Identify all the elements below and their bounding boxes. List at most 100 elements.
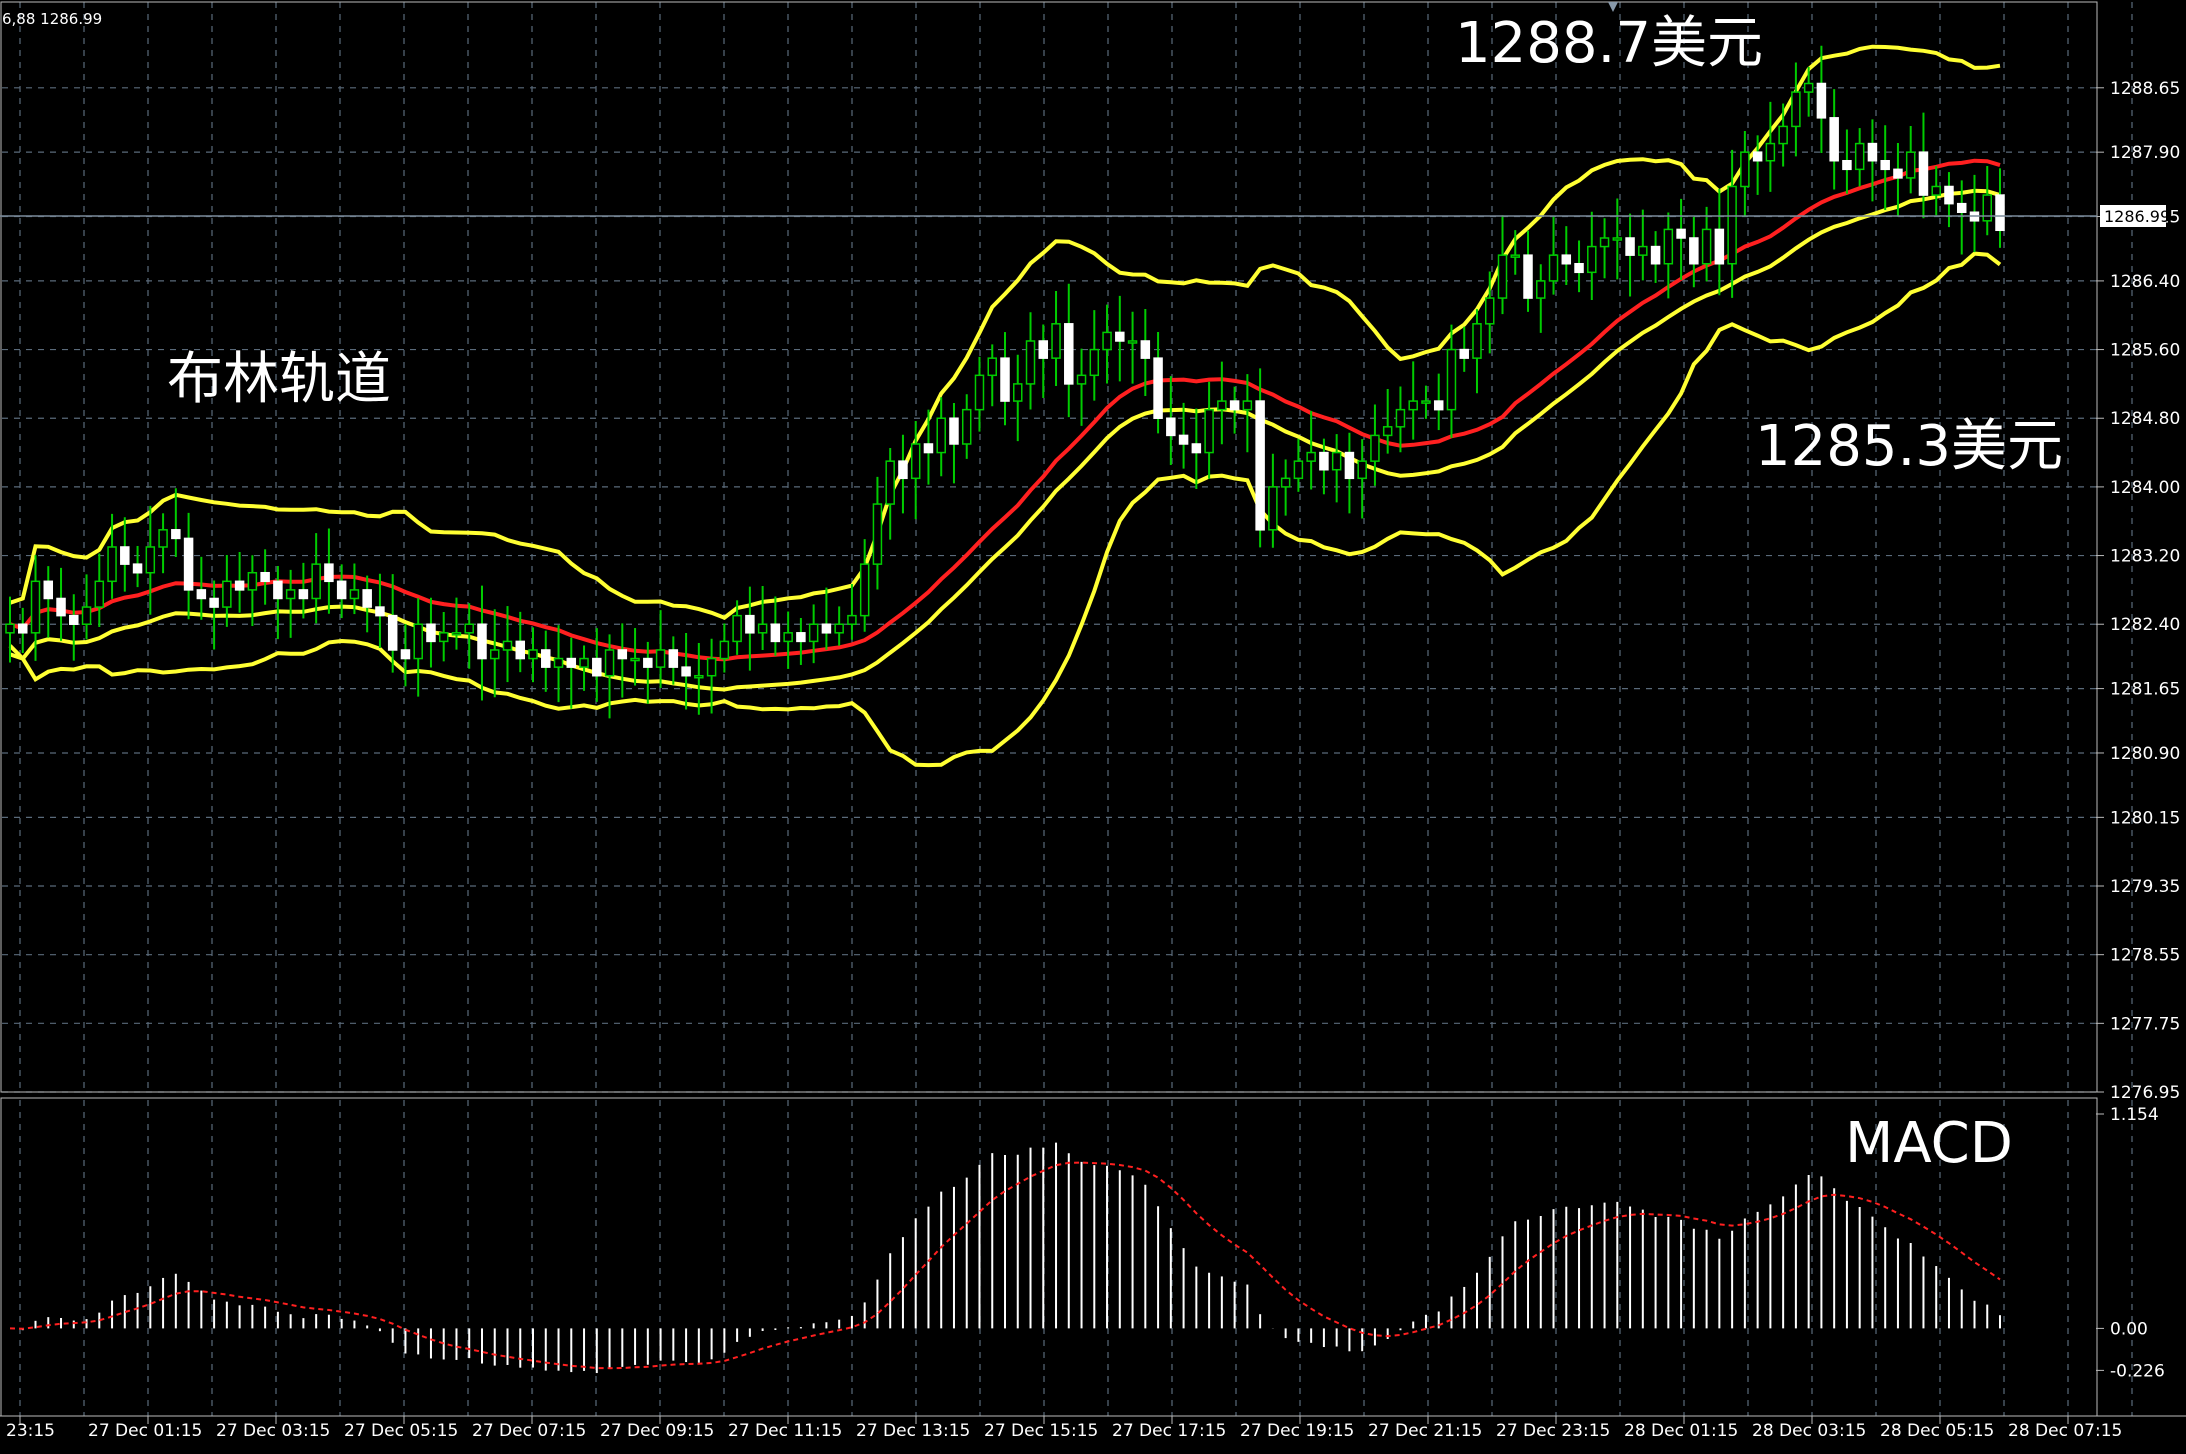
candle-body (1867, 142, 1878, 162)
low-annotation: 1285.3美元 (1755, 414, 2063, 479)
candle-body (808, 623, 819, 643)
candle-body (324, 563, 334, 583)
candle-body (872, 503, 883, 565)
candle-body (936, 417, 946, 454)
candle-body (796, 632, 806, 643)
candle-body (1829, 117, 1839, 162)
price-tick-label: 1276.95 (2110, 1083, 2180, 1103)
candle-body (1191, 443, 1202, 454)
candle-body (273, 580, 283, 600)
candle-body (528, 649, 538, 660)
candle-body (1663, 228, 1674, 265)
candle-body (1229, 400, 1240, 411)
time-tick-label: 27 Dec 13:15 (856, 1421, 970, 1441)
candle-body (222, 580, 232, 608)
candle-body (1510, 254, 1521, 258)
candle-body (910, 443, 921, 480)
candle-body (961, 408, 972, 445)
candle-body (43, 580, 54, 600)
candle-body (706, 657, 717, 677)
candle-body (885, 460, 895, 505)
macd-tick-label: -0.226 (2110, 1361, 2165, 1381)
time-tick-label: 27 Dec 05:15 (344, 1421, 458, 1441)
candle-body (974, 374, 985, 411)
candle-body (387, 614, 398, 651)
candle-body (719, 640, 730, 660)
candle-body (1574, 262, 1584, 274)
candle-body (757, 623, 768, 634)
time-tick-label: 28 Dec 07:15 (2008, 1421, 2122, 1441)
candle-body (1765, 142, 1776, 162)
candle-body (247, 571, 258, 591)
candle-body (1382, 426, 1393, 437)
candle-body (438, 632, 449, 643)
candle-body (260, 571, 270, 583)
time-tick-label: 27 Dec 01:15 (88, 1421, 202, 1441)
candle-body (171, 529, 181, 540)
candle-body (821, 623, 832, 634)
candle-body (1689, 237, 1699, 265)
candle-body (1880, 159, 1890, 171)
candle-body (1599, 237, 1610, 248)
time-tick-label: 23:15 (6, 1421, 55, 1441)
candle-body (770, 623, 781, 643)
candle-body (1280, 477, 1291, 488)
candle-body (1319, 451, 1329, 471)
candle-body (145, 546, 156, 574)
candle-body (1548, 254, 1559, 282)
candle-body (1918, 151, 1929, 196)
candle-body (1446, 348, 1457, 411)
candle-body (579, 657, 589, 668)
candle-body (1778, 125, 1788, 145)
candle-body (1676, 228, 1686, 239)
candle-body (349, 589, 360, 600)
macd-tick-label: 1.154 (2110, 1105, 2159, 1125)
candle-body (5, 623, 15, 634)
macd-annotation: MACD (1845, 1111, 2013, 1176)
candle-body (1740, 151, 1750, 188)
candle-body (1956, 202, 1967, 213)
candle-body (515, 640, 526, 660)
candle-body (1727, 185, 1737, 265)
candle-body (1089, 348, 1100, 377)
candle-body (694, 674, 704, 679)
candle-body (1255, 400, 1265, 531)
candle-body (362, 589, 372, 608)
candle-body (1638, 245, 1648, 256)
candle-body (1344, 451, 1355, 480)
candle-body (681, 666, 691, 677)
candle-body (1931, 185, 1941, 196)
candle-body (949, 417, 959, 445)
candle-body (69, 614, 79, 625)
candle-body (120, 546, 130, 565)
time-tick-label: 27 Dec 09:15 (600, 1421, 714, 1441)
candle-body (1842, 159, 1852, 171)
candle-body (426, 623, 436, 643)
price-tick-label: 1284.80 (2110, 409, 2180, 429)
price-tick-label: 1284.00 (2110, 478, 2180, 498)
forex-chart: 1288.651287.901287.151286.401285.601284.… (0, 0, 2186, 1454)
time-tick-label: 27 Dec 23:15 (1496, 1421, 1610, 1441)
candle-body (1944, 185, 1954, 205)
candle-body (464, 623, 474, 634)
candle-body (451, 632, 462, 636)
price-tick-label: 1283.20 (2110, 547, 2180, 567)
time-tick-label: 27 Dec 15:15 (984, 1421, 1098, 1441)
time-tick-label: 28 Dec 05:15 (1880, 1421, 1994, 1441)
candle-body (477, 623, 487, 660)
candle-body (1153, 357, 1163, 419)
candle-body (1166, 417, 1176, 437)
candle-body (158, 529, 168, 548)
price-tick-label: 1285.60 (2110, 341, 2180, 361)
candle-body (1905, 151, 1916, 179)
price-tick-label: 1281.65 (2110, 680, 2180, 700)
candle-body (375, 606, 385, 617)
candle-body (1893, 168, 1903, 179)
candle-body (1995, 194, 2005, 232)
candle-body (285, 589, 296, 600)
candle-body (1293, 460, 1304, 480)
candle-body (336, 580, 347, 600)
candle-body (847, 614, 857, 625)
candle-body (1816, 82, 1827, 119)
candle-body (592, 657, 602, 677)
